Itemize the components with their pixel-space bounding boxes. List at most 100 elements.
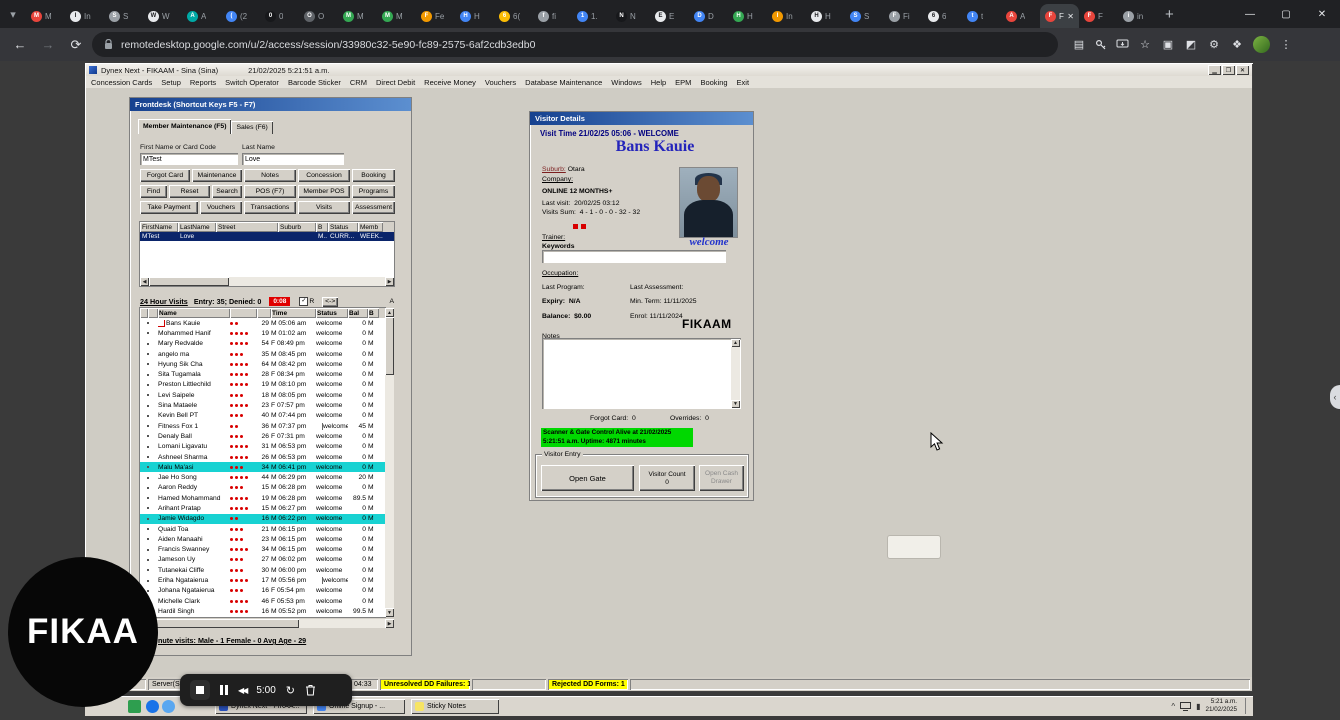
open-gate-button[interactable]: Open Gate — [541, 465, 634, 491]
open-cash-drawer-button[interactable]: Open Cash Drawer — [699, 465, 744, 491]
app-titlebar[interactable]: Dynex Next - FIKAAM - Sina (Sina) 21/02/… — [86, 64, 1252, 76]
menu-exit[interactable]: Exit — [737, 78, 750, 87]
keywords-input[interactable] — [542, 250, 726, 263]
button-reset[interactable]: Reset — [169, 185, 210, 198]
visits-vertical-scrollbar[interactable]: ▲ ▼ — [385, 308, 394, 617]
visits-row[interactable]: Eriha Ngataierua 17 M 05:56 pm welcome 0 M — [140, 575, 385, 586]
visits-row[interactable]: Levi Saipele 18 M 08:05 pm welcome 0 M — [140, 390, 385, 401]
visits-row[interactable]: Lomani Ligavatu 31 M 06:53 pm welcome 0 M — [140, 441, 385, 452]
visits-horizontal-scrollbar[interactable]: ◀ ▶ — [140, 619, 394, 628]
button-assessment[interactable]: Assessment — [352, 201, 395, 214]
menu-vouchers[interactable]: Vouchers — [485, 78, 516, 87]
visits-row[interactable]: Fitness Fox 1 36 M 07:37 pm welcome 45 M — [140, 420, 385, 432]
menu-switch-operator[interactable]: Switch Operator — [225, 78, 279, 87]
browser-tab[interactable]: 00 — [260, 4, 299, 28]
browser-tab[interactable]: AA — [182, 4, 221, 28]
scrollbar-thumb[interactable] — [385, 317, 394, 375]
stop-button[interactable] — [190, 680, 210, 700]
quick-launch-icon-2[interactable] — [146, 699, 159, 713]
member-grid-scrollbar[interactable]: ◀ ▶ — [140, 277, 394, 286]
menu-concession-cards[interactable]: Concession Cards — [91, 78, 152, 87]
button-take-payment[interactable]: Take Payment — [140, 201, 198, 214]
browser-tab[interactable]: MM — [26, 4, 65, 28]
visits-header-b[interactable]: B — [368, 308, 379, 318]
button-booking[interactable]: Booking — [352, 169, 395, 182]
frontdesk-titlebar[interactable]: Frontdesk (Shortcut Keys F5 - F7) — [130, 98, 411, 111]
browser-menu-icon[interactable]: ⋮ — [1279, 38, 1293, 51]
tray-network-icon[interactable]: ▮ — [1196, 702, 1200, 711]
menu-barcode-sticker[interactable]: Barcode Sticker — [288, 78, 341, 87]
visits-row[interactable]: Mary Redvalde 54 F 08:49 pm welcome 0 M — [140, 338, 385, 349]
visits-row[interactable]: Hardil Singh 16 M 05:52 pm welcome 99.5 M — [140, 606, 385, 617]
browser-tab[interactable]: tt — [962, 4, 1001, 28]
app-minimize-button[interactable]: ▁ — [1208, 65, 1221, 75]
trash-icon[interactable] — [305, 684, 316, 696]
grid-header-firstname[interactable]: FirstName — [140, 222, 178, 232]
visits-row[interactable]: Arihant Pratap 15 M 06:27 pm welcome 0 M — [140, 503, 385, 514]
bookmark-star-icon[interactable]: ☆ — [1138, 38, 1152, 51]
button-programs[interactable]: Programs — [352, 185, 395, 198]
browser-tab[interactable]: WW — [143, 4, 182, 28]
last-name-input[interactable]: Love — [242, 153, 344, 165]
visits-row[interactable]: Sina Mataele 23 F 07:57 pm welcome 0 M — [140, 400, 385, 411]
menu-epm[interactable]: EPM — [675, 78, 691, 87]
show-desktop-button[interactable] — [1245, 698, 1249, 714]
browser-tab[interactable]: MM — [377, 4, 416, 28]
scroll-right-icon[interactable]: ▶ — [385, 619, 394, 628]
menu-reports[interactable]: Reports — [190, 78, 216, 87]
grid-header-status[interactable]: Status — [328, 222, 358, 232]
install-icon[interactable] — [1116, 39, 1129, 50]
browser-tab[interactable]: EE — [650, 4, 689, 28]
visits-row[interactable]: Jae Ho Song 44 M 06:29 pm welcome 20 M — [140, 472, 385, 483]
restart-button[interactable]: ↻ — [286, 684, 295, 697]
reload-button[interactable]: ⟳ — [64, 37, 88, 53]
visits-header-name[interactable]: Name — [158, 308, 230, 318]
grid-header-b[interactable]: B — [316, 222, 328, 232]
grid-header-suburb[interactable]: Suburb — [278, 222, 316, 232]
window-minimize-button[interactable]: — — [1232, 0, 1268, 28]
visits-row[interactable]: Francis Swanney 34 M 06:15 pm welcome 0 M — [140, 544, 385, 555]
grid-header-street[interactable]: Street — [216, 222, 278, 232]
browser-tab[interactable]: 1 1. — [572, 4, 611, 28]
button-notes[interactable]: Notes — [244, 169, 296, 182]
visits-header-status[interactable]: Status — [316, 308, 348, 318]
visits-row[interactable]: Mohammed Hanif 19 M 01:02 am welcome 0 M — [140, 328, 385, 339]
tray-display-icon[interactable] — [1180, 701, 1192, 711]
scroll-down-icon[interactable]: ▼ — [385, 608, 394, 617]
menu-windows[interactable]: Windows — [611, 78, 641, 87]
visits-row[interactable]: Aaron Reddy 15 M 06:28 pm welcome 0 M — [140, 482, 385, 494]
visits-row[interactable]: Bans Kauie 29 M 05:06 am welcome 0 M — [140, 318, 385, 329]
browser-tab[interactable]: SS — [104, 4, 143, 28]
browser-tab[interactable]: HH — [455, 4, 494, 28]
visits-row[interactable]: angelo ma 35 M 08:45 pm welcome 0 M — [140, 348, 385, 360]
window-close-button[interactable]: ✕ — [1304, 0, 1340, 28]
grid-header-lastname[interactable]: LastName — [178, 222, 216, 232]
app-close-button[interactable]: ✕ — [1236, 65, 1249, 75]
button-visits[interactable]: Visits — [298, 201, 350, 214]
visits-table[interactable]: Name Time Status Bal B Bans Kauie 29 M 05:06 am… — [140, 308, 385, 617]
browser-tab[interactable]: HH — [728, 4, 767, 28]
menu-setup[interactable]: Setup — [161, 78, 181, 87]
session-panel-toggle[interactable]: ‹ — [1330, 385, 1340, 409]
notes-scrollbar[interactable]: ▲ ▼ — [731, 339, 740, 408]
browser-tab[interactable]: I In — [65, 4, 104, 28]
visits-row[interactable]: Quaid Toa 21 M 06:15 pm welcome 0 M — [140, 523, 385, 535]
visits-row[interactable]: Denaly Ball 26 F 07:31 pm welcome 0 M — [140, 431, 385, 442]
extension-b-icon[interactable]: ◩ — [1184, 38, 1198, 51]
visits-row[interactable]: Jameson Uy 27 M 06:02 pm welcome 0 M — [140, 554, 385, 566]
browser-tab[interactable]: SS — [845, 4, 884, 28]
button-maintenance[interactable]: Maintenance — [192, 169, 242, 182]
rewind-button[interactable]: ◀◀ — [238, 686, 248, 695]
tab-member-maintenance[interactable]: Member Maintenance (F5) — [138, 119, 232, 134]
browser-tab[interactable]: I In — [767, 4, 806, 28]
visits-row[interactable]: Aiden Manaahi 23 M 06:15 pm welcome 0 M — [140, 534, 385, 545]
visits-row[interactable]: Kevin Bell PT 40 M 07:44 pm welcome 0 M — [140, 410, 385, 421]
button-member-pos[interactable]: Member POS — [298, 185, 350, 198]
taskbar-clock[interactable]: 5:21 a.m. 21/02/2025 — [1205, 698, 1237, 714]
browser-tab[interactable]: 66 — [923, 4, 962, 28]
browser-tab[interactable]: DD — [689, 4, 728, 28]
browser-tab[interactable]: OO — [299, 4, 338, 28]
browser-tab[interactable]: f fi — [533, 4, 572, 28]
window-maximize-button[interactable]: ▢ — [1268, 0, 1304, 28]
visits-row[interactable]: Johana Ngataierua 16 F 05:54 pm welcome 0 M — [140, 585, 385, 597]
